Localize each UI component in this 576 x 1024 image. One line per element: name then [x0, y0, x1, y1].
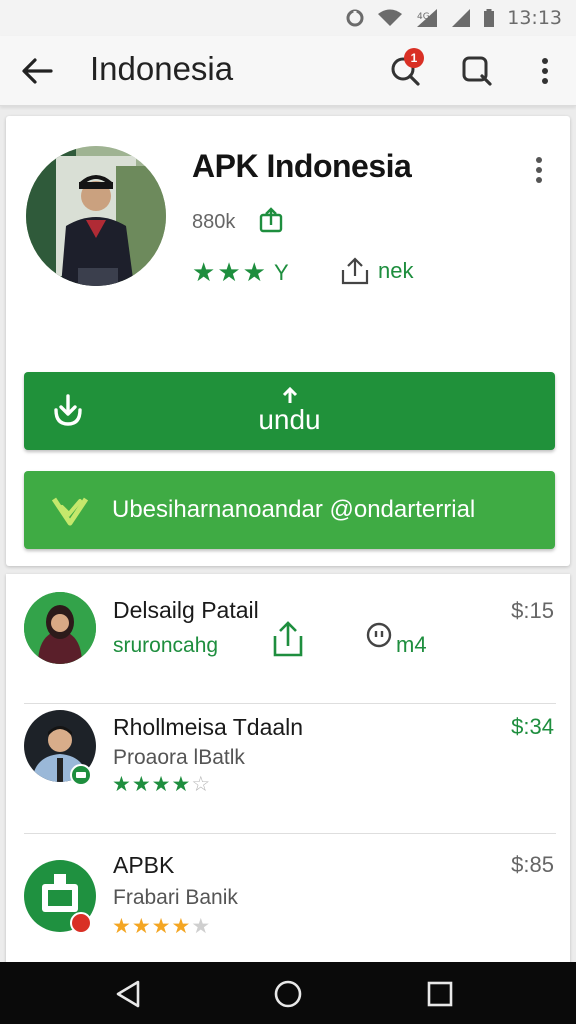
- star-icon: ★: [131, 914, 151, 938]
- nav-back-icon: [116, 980, 140, 1008]
- cellular-signal-x-icon: 4G: [417, 9, 438, 27]
- star-icon: ★: [112, 914, 131, 938]
- app-size: 880k: [192, 211, 236, 233]
- star-icon: ★: [112, 772, 131, 796]
- list-item-title: Delsailg Patail: [113, 597, 259, 623]
- page-title: Indonesia: [90, 50, 234, 87]
- more-options-button[interactable]: [524, 50, 566, 92]
- share-label: nek: [378, 258, 414, 283]
- star-icon: ★: [131, 772, 151, 796]
- notifications-button[interactable]: 1: [384, 48, 426, 92]
- secondary-action-button[interactable]: Ubesiharnanoandar @ondarterrial: [24, 471, 555, 549]
- list-item-subtitle: Frabari Banik: [113, 886, 238, 909]
- list-item[interactable]: APBK Frabari Banik ★ ★ ★ ★ ★ $:85: [6, 834, 570, 964]
- app-name: APK Indonesia: [192, 148, 412, 184]
- star-icon: ★: [171, 914, 191, 938]
- share-icon: [341, 257, 369, 285]
- data-saver-icon: [346, 9, 364, 27]
- wifi-icon: [378, 9, 403, 26]
- list-item-rating: ★ ★ ★ ★ ☆: [112, 774, 210, 795]
- system-nav-bar: [0, 962, 576, 1024]
- list-item-avatar: [24, 592, 96, 664]
- search-icon: [462, 56, 492, 86]
- list-item-price: $:15: [511, 598, 554, 623]
- star-icon: ★: [151, 914, 171, 938]
- status-time: 13:13: [507, 7, 562, 29]
- app-rating: ★ ★ ★ Y: [192, 260, 289, 286]
- nav-back-button[interactable]: [108, 974, 148, 1014]
- size-share-icon: [258, 206, 284, 239]
- alert-badge-icon: [70, 912, 92, 934]
- list-item[interactable]: Delsailg Patail sruroncahg m4 $:15: [6, 574, 570, 704]
- list-item-subtitle: Proaora lBatlk: [113, 746, 245, 769]
- more-vertical-icon: [542, 58, 548, 84]
- svg-text:4G: 4G: [417, 12, 430, 22]
- app-details-card: APK Indonesia 880k ★ ★ ★ Y nek undu Ubes…: [6, 116, 570, 566]
- arrow-left-icon: [22, 58, 53, 84]
- search-button[interactable]: [456, 50, 498, 92]
- notification-badge: 1: [404, 48, 424, 68]
- star-empty-icon: ★: [191, 914, 211, 938]
- list-item-extra: m4: [396, 632, 427, 657]
- clock-icon: [366, 622, 392, 648]
- nav-recents-button[interactable]: [420, 974, 460, 1014]
- star-icon: ★: [217, 258, 241, 288]
- verified-check-icon: [51, 497, 89, 526]
- signal-icon: [452, 9, 471, 27]
- status-bar: 4G 13:13: [0, 0, 576, 36]
- app-avatar: [26, 146, 166, 286]
- download-button[interactable]: undu: [24, 372, 555, 450]
- share-button[interactable]: nek: [340, 256, 413, 286]
- star-icon: ★: [151, 772, 171, 796]
- back-button[interactable]: [18, 52, 56, 90]
- list-item-title: APBK: [113, 852, 175, 878]
- list-item-rating: ★ ★ ★ ★ ★: [112, 916, 210, 937]
- app-more-button[interactable]: [524, 152, 554, 188]
- share-icon[interactable]: [272, 620, 304, 658]
- more-vertical-icon: [536, 157, 542, 183]
- download-label: undu: [258, 404, 321, 435]
- verified-badge-icon: [70, 764, 92, 786]
- list-item-price: $:85: [511, 852, 554, 877]
- nav-recents-icon: [427, 981, 453, 1007]
- app-toolbar: Indonesia 1: [0, 36, 576, 106]
- list-item-subtitle: sruroncahg: [113, 634, 219, 657]
- rating-suffix: Y: [273, 260, 289, 285]
- star-icon: ★: [192, 258, 216, 288]
- battery-icon: [484, 9, 495, 27]
- star-icon: ★: [242, 258, 266, 288]
- nav-home-button[interactable]: [268, 974, 308, 1014]
- list-item-title: Rhollmeisa Tdaaln: [113, 714, 304, 740]
- secondary-action-label: Ubesiharnanoandar @ondarterrial: [112, 496, 476, 523]
- star-empty-icon: ☆: [191, 772, 211, 796]
- nav-home-icon: [274, 980, 302, 1008]
- list-item-price: $:34: [511, 714, 554, 739]
- star-icon: ★: [171, 772, 191, 796]
- list-item[interactable]: Rhollmeisa Tdaaln Proaora lBatlk ★ ★ ★ ★…: [6, 688, 570, 834]
- arrow-up-icon: [282, 386, 298, 403]
- app-list: Delsailg Patail sruroncahg m4 $:15 Rholl…: [6, 574, 570, 964]
